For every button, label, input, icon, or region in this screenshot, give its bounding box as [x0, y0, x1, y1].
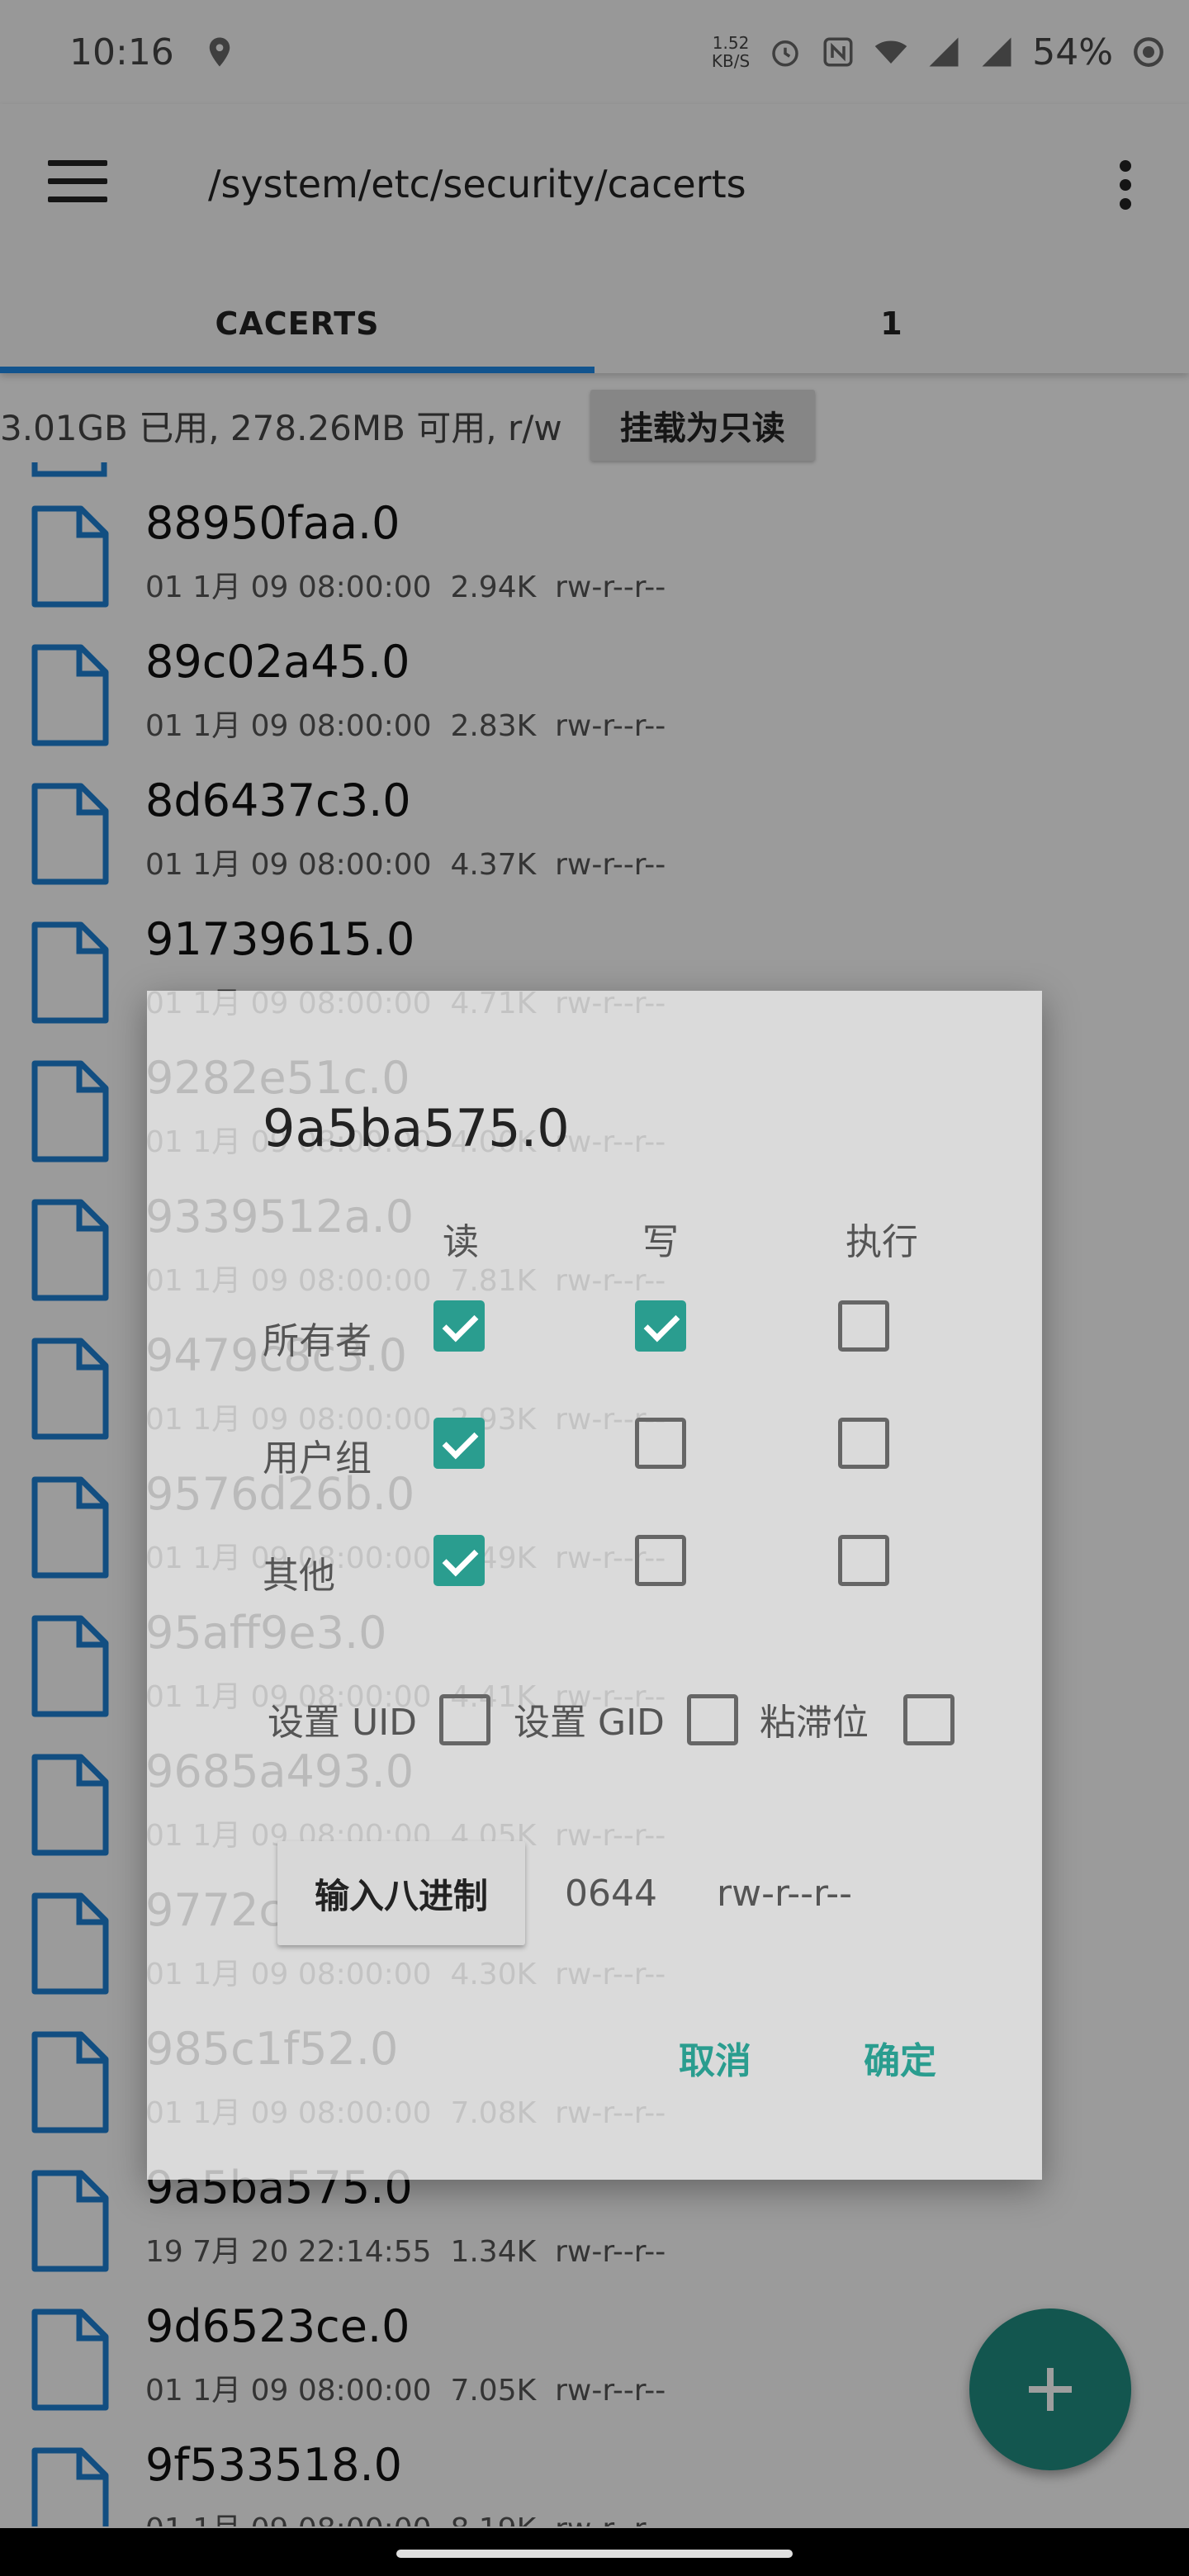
navigation-bar [0, 2528, 1189, 2576]
column-write: 写 [642, 1221, 679, 1263]
group-read-checkbox[interactable] [433, 1418, 485, 1469]
home-handle[interactable] [396, 2550, 793, 2558]
setgid-label: 设置 GID [514, 1702, 665, 1744]
setuid-checkbox[interactable] [439, 1694, 490, 1745]
owner-read-checkbox[interactable] [433, 1300, 485, 1352]
others-write-checkbox[interactable] [635, 1535, 686, 1586]
others-execute-checkbox[interactable] [838, 1535, 889, 1586]
column-execute: 执行 [846, 1221, 918, 1263]
enter-octal-button[interactable]: 输入八进制 [277, 1841, 525, 1945]
group-execute-checkbox[interactable] [838, 1418, 889, 1469]
column-read: 读 [443, 1221, 479, 1263]
sticky-bit-label: 粘滞位 [760, 1702, 869, 1744]
dialog-title: 9a5ba575.0 [263, 1098, 570, 1158]
owner-execute-checkbox[interactable] [838, 1300, 889, 1352]
row-label-group: 用户组 [263, 1437, 372, 1480]
group-write-checkbox[interactable] [635, 1418, 686, 1469]
setgid-checkbox[interactable] [687, 1694, 738, 1745]
cancel-button[interactable]: 取消 [679, 2031, 751, 2084]
confirm-button[interactable]: 确定 [864, 2031, 936, 2084]
setuid-label: 设置 UID [268, 1702, 418, 1744]
owner-write-checkbox[interactable] [635, 1300, 686, 1352]
octal-value: 0644 [565, 1873, 657, 1915]
permissions-dialog: 9a5ba575.0 读 写 执行 所有者 用户组 其他 设置 UID 设置 G… [147, 991, 1042, 2180]
sticky-bit-checkbox[interactable] [903, 1694, 955, 1745]
row-label-others: 其他 [263, 1555, 335, 1597]
permission-string: rw-r--r-- [717, 1873, 853, 1915]
others-read-checkbox[interactable] [433, 1535, 485, 1586]
row-label-owner: 所有者 [263, 1320, 372, 1362]
